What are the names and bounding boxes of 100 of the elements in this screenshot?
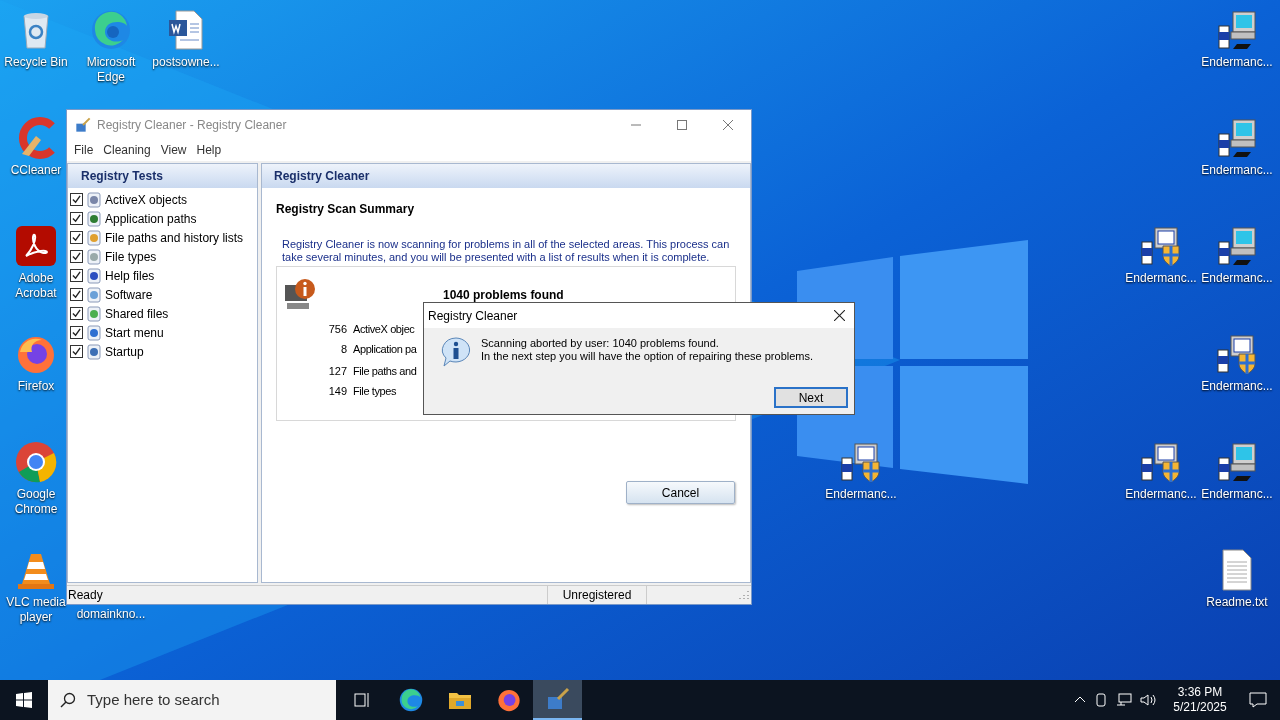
- cancel-button[interactable]: Cancel: [626, 481, 735, 504]
- checkbox[interactable]: [70, 269, 83, 282]
- desktop-icon-label[interactable]: Firefox: [17, 379, 55, 394]
- test-category-icon: [86, 267, 102, 284]
- desktop-icon-label[interactable]: Adobe Acrobat: [4, 271, 68, 301]
- desktop-icon-label[interactable]: Readme.txt: [1206, 595, 1268, 610]
- checkbox[interactable]: [70, 193, 83, 206]
- test-label: Software: [105, 286, 153, 304]
- desktop-icon-label[interactable]: domainkno...: [76, 607, 146, 622]
- dialog-message: In the next step you will have the option of repairing these problems.: [481, 350, 814, 363]
- test-category-icon: [86, 305, 102, 322]
- desktop-icon-label[interactable]: VLC media player: [4, 595, 68, 625]
- test-category-icon: [86, 191, 102, 208]
- check-icon: [72, 347, 81, 356]
- check-icon: [72, 271, 81, 280]
- check-icon: [72, 233, 81, 242]
- installer-icon: [1215, 224, 1259, 268]
- test-category-icon: [86, 324, 102, 341]
- broom-icon: [545, 687, 570, 711]
- problems-title: 1040 problems found: [443, 287, 564, 304]
- test-label: Shared files: [105, 305, 169, 323]
- windows-logo-icon: [16, 692, 32, 708]
- checkbox[interactable]: [70, 231, 83, 244]
- menu-item[interactable]: View: [155, 141, 192, 159]
- device-icon: [1094, 693, 1108, 707]
- problem-count: 8: [339, 341, 347, 357]
- desktop-icon-label[interactable]: Endermanc...: [1125, 271, 1197, 286]
- checkbox[interactable]: [70, 307, 83, 320]
- network-icon: [1116, 693, 1132, 707]
- problem-count: 149: [327, 383, 347, 399]
- pdf-app-icon: [14, 224, 58, 268]
- check-icon: [72, 290, 81, 299]
- desktop-icon-label[interactable]: Endermanc...: [1201, 487, 1273, 502]
- desktop-icon-label[interactable]: Endermanc...: [1201, 163, 1273, 178]
- desktop-icon-label[interactable]: Endermanc...: [1201, 271, 1273, 286]
- maximize-icon: [677, 119, 687, 130]
- checkbox[interactable]: [70, 250, 83, 263]
- scan-description: Registry Cleaner is now scanning for problems in all of the selected areas. This process can take several minutes, and you will be presented with a list of results when it is complete.: [281, 238, 731, 264]
- menu-item[interactable]: Cleaning: [98, 141, 156, 159]
- clock-date[interactable]: 5/21/2025: [1173, 700, 1227, 715]
- registration-status: Unregistered: [547, 586, 647, 604]
- problem-count: 756: [327, 321, 347, 337]
- close-icon: [723, 119, 733, 130]
- test-label: Start menu: [105, 324, 164, 342]
- test-category-icon: [86, 343, 102, 360]
- check-icon: [72, 309, 81, 318]
- installer-icon: [1215, 8, 1259, 52]
- search-field[interactable]: Type here to search: [48, 680, 336, 720]
- installer-shield-icon: [1139, 224, 1183, 268]
- desktop-icon-label[interactable]: Endermanc...: [825, 487, 897, 502]
- desktop-icon-label[interactable]: Endermanc...: [1125, 487, 1197, 502]
- close-icon: [833, 310, 845, 321]
- chrome-icon: [14, 440, 58, 484]
- test-category-icon: [86, 248, 102, 265]
- edge-icon: [397, 687, 424, 713]
- dialog-message: Scanning aborted by user: 1040 problems found.: [481, 337, 720, 350]
- speaker-icon: [1140, 693, 1156, 707]
- panel-header: Registry Tests: [68, 164, 257, 188]
- checkbox[interactable]: [70, 288, 83, 301]
- next-button[interactable]: Next: [774, 387, 848, 408]
- problem-category: File types: [353, 383, 397, 399]
- problem-category: ActiveX objec: [353, 321, 415, 337]
- test-label: Application paths: [105, 210, 197, 228]
- check-icon: [72, 214, 81, 223]
- installer-icon: [1215, 440, 1259, 484]
- clock-time[interactable]: 3:36 PM: [1177, 685, 1223, 700]
- window-title: Registry Cleaner - Registry Cleaner: [97, 116, 287, 134]
- checkbox[interactable]: [70, 212, 83, 225]
- menu-item[interactable]: File: [69, 141, 99, 159]
- dialog-title: Registry Cleaner: [428, 307, 518, 325]
- desktop-icon-label[interactable]: Google Chrome: [4, 487, 68, 517]
- firefox-icon: [495, 687, 522, 713]
- test-category-icon: [86, 210, 102, 227]
- checkbox[interactable]: [70, 326, 83, 339]
- installer-shield-icon: [1139, 440, 1183, 484]
- problem-category: Application pa: [353, 341, 417, 357]
- check-icon: [72, 195, 81, 204]
- status-text: Ready: [67, 587, 104, 604]
- checkbox[interactable]: [70, 345, 83, 358]
- computer-info-icon: [283, 277, 317, 311]
- installer-shield-icon: [839, 440, 883, 484]
- check-icon: [72, 328, 81, 337]
- task-view-icon: [351, 690, 372, 710]
- panel-header: Registry Cleaner: [262, 164, 750, 188]
- desktop-icon-label[interactable]: Endermanc...: [1201, 379, 1273, 394]
- check-icon: [72, 252, 81, 261]
- search-icon: [60, 692, 76, 708]
- resize-grip-icon: [739, 590, 749, 600]
- test-category-icon: [86, 286, 102, 303]
- installer-icon: [1215, 116, 1259, 160]
- menu-item[interactable]: Help: [191, 141, 227, 159]
- test-category-icon: [86, 229, 102, 246]
- edge-icon: [89, 8, 133, 52]
- desktop-icon-label[interactable]: postsowne...: [152, 55, 220, 70]
- problem-count: 127: [327, 363, 347, 379]
- desktop-icon-label[interactable]: Endermanc...: [1201, 55, 1273, 70]
- test-label: File types: [105, 248, 157, 266]
- problem-category: File paths and: [353, 363, 417, 379]
- installer-shield-icon: [1215, 332, 1259, 376]
- test-label: ActiveX objects: [105, 191, 188, 209]
